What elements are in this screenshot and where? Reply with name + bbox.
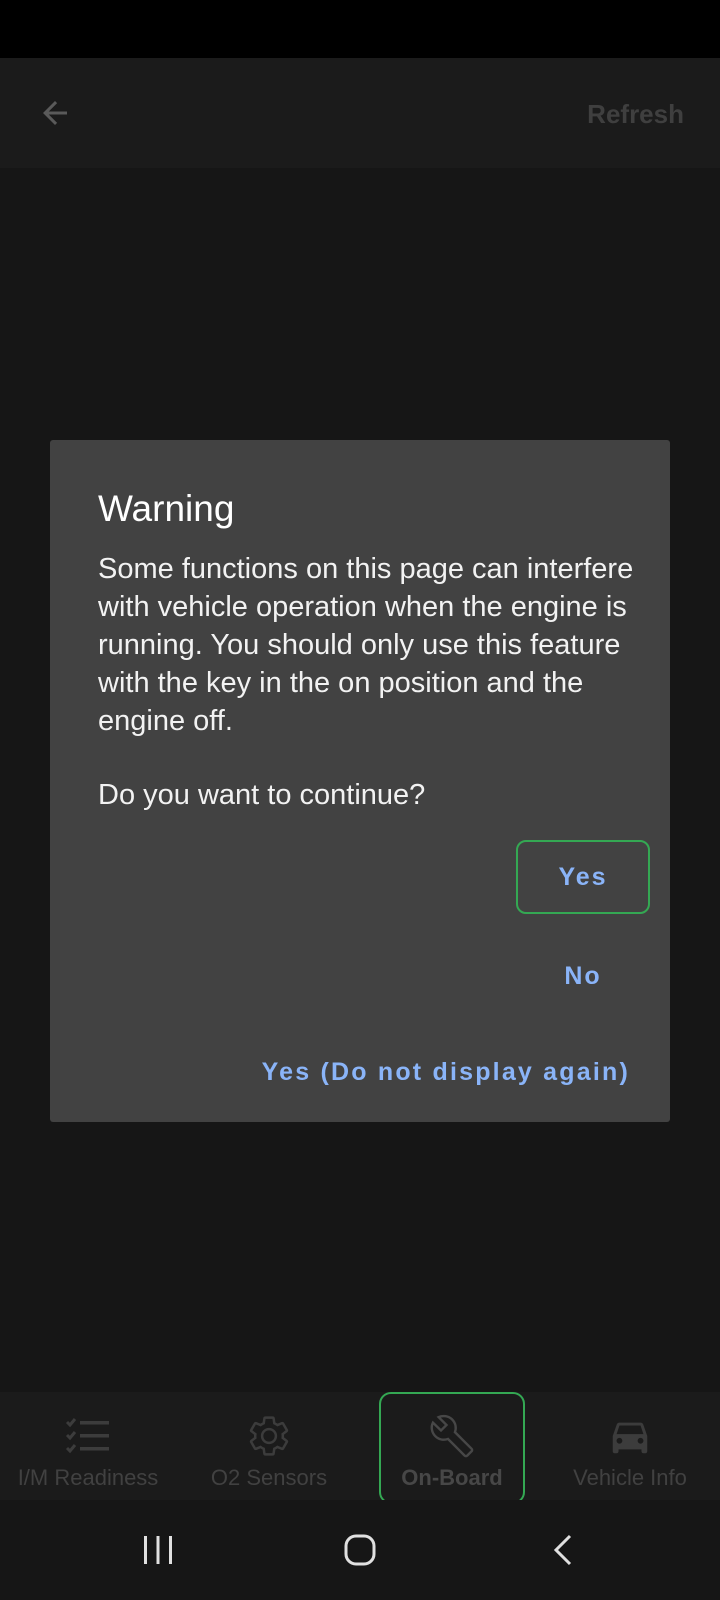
no-button[interactable]: No [516,948,650,1004]
arrow-left-icon [43,101,67,125]
warning-dialog: Warning Some functions on this page can … [50,440,670,1122]
nav-item-o2-sensors[interactable]: O2 Sensors [196,1392,342,1500]
nav-item-on-board[interactable]: On-Board [379,1392,525,1504]
home-button[interactable] [330,1524,390,1576]
recents-button[interactable] [128,1524,188,1576]
app-bar: Refresh [0,58,720,168]
screen: Refresh Warning Some functions on this p… [0,0,720,1600]
dialog-message: Some functions on this page can interfer… [98,553,634,737]
back-button[interactable] [28,86,82,140]
nav-label: On-Board [401,1465,503,1490]
nav-item-vehicle-info[interactable]: Vehicle Info [560,1392,700,1500]
home-icon [344,1534,376,1566]
dialog-title: Warning [98,488,235,529]
checklist-icon [65,1418,109,1454]
system-navigation-bar [0,1500,720,1600]
bottom-navigation: I/M Readiness O2 Sensors On-Board Vehicl… [0,1392,720,1504]
nav-label: I/M Readiness [17,1465,159,1490]
system-back-button[interactable] [533,1524,593,1576]
refresh-button[interactable]: Refresh [587,94,684,134]
dialog-question: Do you want to continue? [98,779,426,811]
gear-icon [249,1416,289,1456]
nav-label: O2 Sensors [210,1465,328,1490]
nav-label: Vehicle Info [573,1465,687,1490]
recents-icon [144,1536,172,1564]
nav-item-im-readiness[interactable]: I/M Readiness [0,1392,176,1500]
yes-button[interactable]: Yes [516,840,650,914]
yes-do-not-display-again-button[interactable]: Yes (Do not display again) [262,1044,630,1100]
status-bar [0,0,720,58]
wrench-icon [430,1414,474,1458]
car-icon [612,1422,648,1454]
back-chevron-icon [553,1534,572,1566]
